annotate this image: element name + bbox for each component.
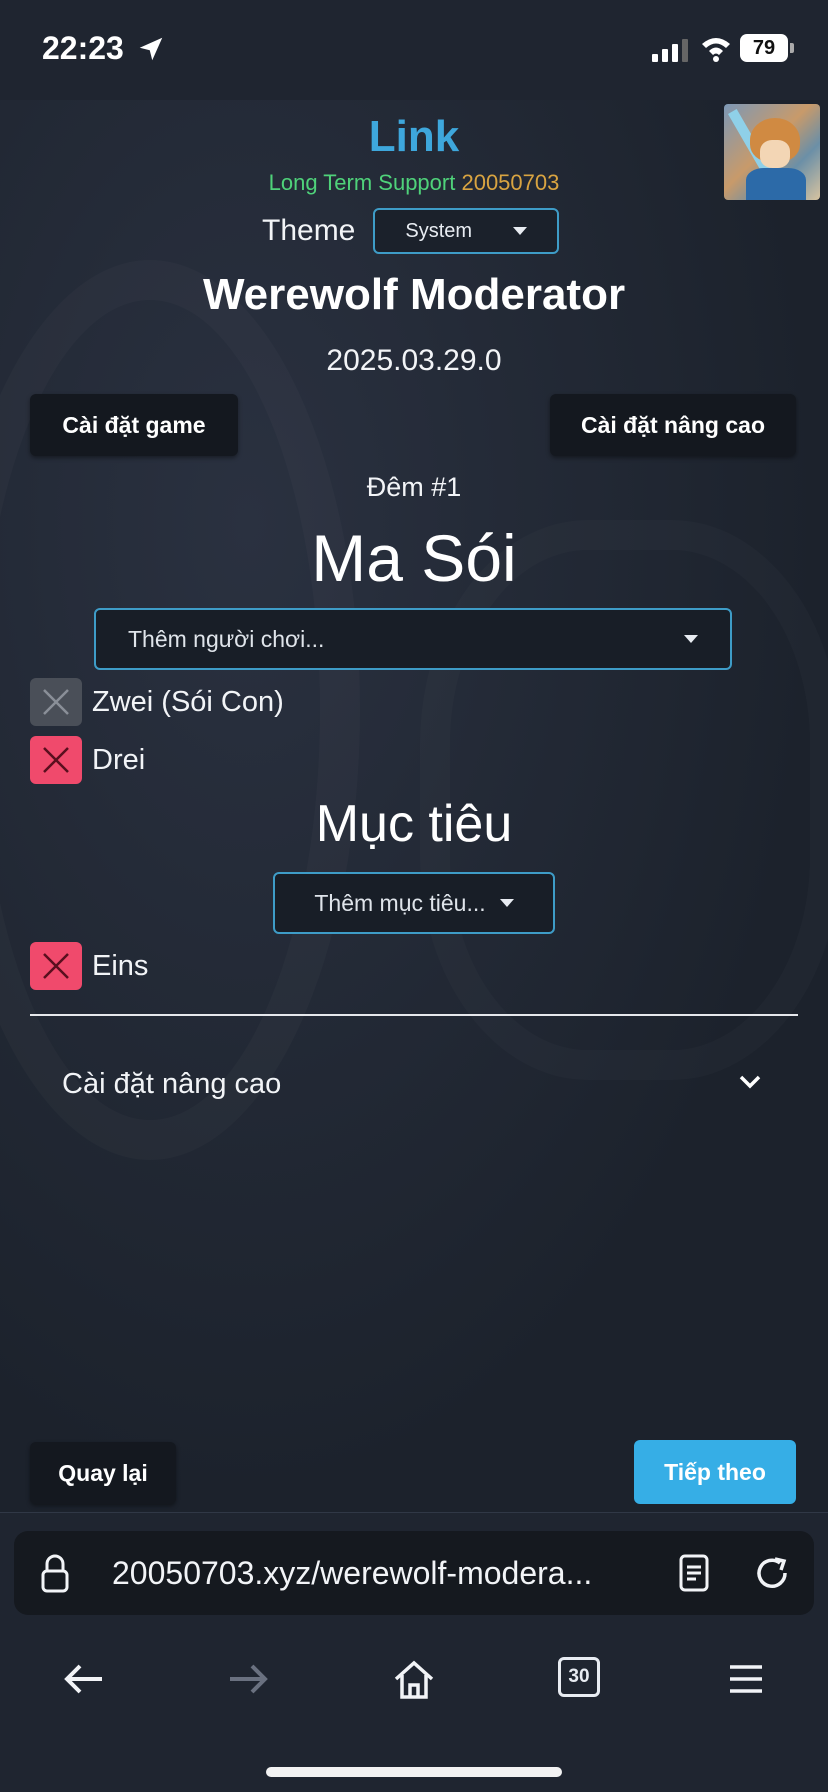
remove-player-button[interactable] (30, 678, 82, 726)
player-row: Zwei (Sói Con) (30, 678, 284, 726)
theme-select-value: System (405, 219, 473, 242)
avatar-tunic (746, 168, 806, 200)
player-name: Drei (92, 743, 146, 776)
chevron-down-icon[interactable] (736, 1068, 764, 1096)
url-text: 20050703.xyz/werewolf-modera... (112, 1555, 593, 1591)
version-label: 2025.03.29.0 (326, 344, 502, 377)
add-target-placeholder: Thêm mục tiêu... (314, 889, 486, 916)
address-bar[interactable]: 20050703.xyz/werewolf-modera... (14, 1531, 814, 1615)
reader-mode-icon[interactable] (678, 1553, 710, 1593)
lts-label: Long Term Support (268, 170, 456, 195)
caret-down-icon (499, 899, 514, 907)
target-title: Mục tiêu (315, 795, 513, 853)
add-target-select[interactable]: Thêm mục tiêu... (273, 872, 555, 934)
back-arrow-icon[interactable] (62, 1657, 106, 1701)
close-icon (43, 747, 69, 773)
tabs-count-button[interactable]: 30 (558, 1657, 600, 1697)
browser-toolbar: 20050703.xyz/werewolf-modera... 30 (0, 1512, 828, 1792)
reload-icon[interactable] (752, 1553, 792, 1593)
remove-target-button[interactable] (30, 942, 82, 990)
avatar[interactable] (724, 104, 820, 200)
close-icon (43, 953, 69, 979)
player-name: Zwei (Sói Con) (92, 685, 284, 718)
caret-down-icon (684, 635, 698, 643)
theme-label: Theme (262, 214, 356, 247)
advanced-section-toggle[interactable]: Cài đặt nâng cao (62, 1068, 281, 1101)
target-row: Eins (30, 942, 148, 990)
battery-tip (790, 43, 794, 53)
theme-select[interactable]: System (373, 208, 560, 254)
close-icon (43, 689, 69, 715)
next-button[interactable]: Tiếp theo (634, 1440, 796, 1504)
page-content: Link Long Term Support 20050703 Theme Sy… (0, 100, 828, 1512)
wifi-icon (702, 38, 730, 62)
home-indicator (266, 1767, 562, 1777)
back-button[interactable]: Quay lại (30, 1442, 176, 1504)
role-title: Ma Sói (311, 521, 517, 595)
lts-line: Long Term Support 20050703 (0, 170, 828, 196)
location-arrow-icon (139, 37, 163, 61)
app-title-link[interactable]: Link (0, 112, 828, 162)
avatar-face (760, 140, 790, 168)
caret-down-icon (513, 227, 528, 235)
advanced-settings-button[interactable]: Cài đặt nâng cao (550, 394, 796, 456)
theme-row: Theme System (262, 208, 560, 254)
add-player-placeholder: Thêm người chơi... (128, 625, 325, 652)
lts-number: 20050703 (461, 170, 560, 195)
forward-arrow-icon[interactable] (226, 1657, 270, 1701)
night-label: Đêm #1 (366, 472, 462, 502)
cellular-signal-icon (652, 39, 688, 62)
page-title: Werewolf Moderator (202, 270, 626, 319)
battery-indicator: 79 (740, 34, 788, 62)
player-row: Drei (30, 736, 145, 784)
remove-player-button[interactable] (30, 736, 82, 784)
add-player-select[interactable]: Thêm người chơi... (94, 608, 732, 670)
divider (30, 1014, 798, 1016)
target-name: Eins (92, 949, 149, 982)
menu-icon[interactable] (724, 1657, 768, 1701)
home-icon[interactable] (392, 1657, 436, 1701)
lock-icon (41, 1554, 69, 1593)
game-settings-button[interactable]: Cài đặt game (30, 394, 238, 456)
status-time: 22:23 (42, 30, 124, 66)
status-bar: 22:23 79 (0, 0, 828, 100)
